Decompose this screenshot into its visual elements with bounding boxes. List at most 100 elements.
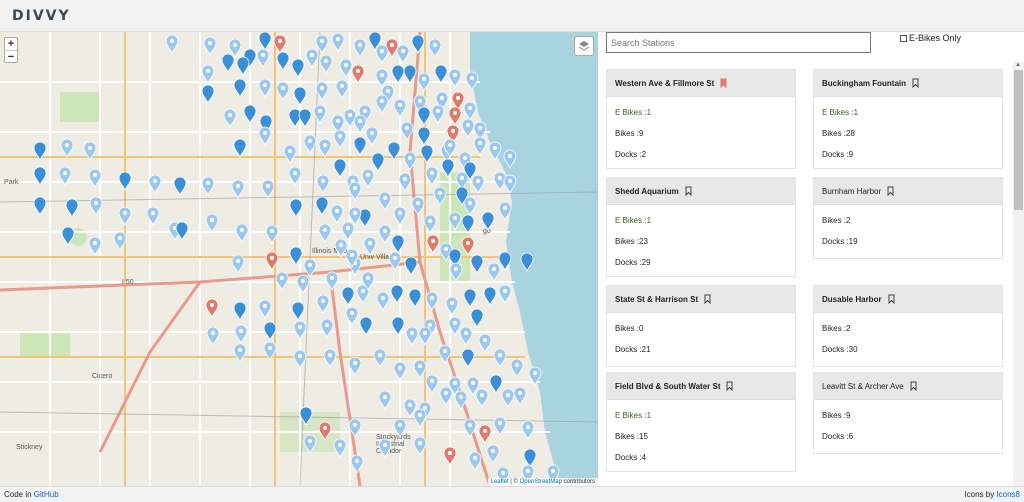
station-pin[interactable] <box>233 343 247 364</box>
station-pin-full[interactable] <box>411 34 425 55</box>
station-pin[interactable] <box>165 34 179 55</box>
station-pin-full[interactable] <box>333 158 347 179</box>
station-pin[interactable] <box>473 136 487 157</box>
station-pin[interactable] <box>361 168 375 189</box>
station-pin-empty[interactable] <box>273 34 287 55</box>
station-pin[interactable] <box>388 251 402 272</box>
station-pin[interactable] <box>83 141 97 162</box>
station-pin[interactable] <box>320 318 334 339</box>
station-pin-full[interactable] <box>221 53 235 74</box>
ebike-filter[interactable]: E-Bikes Only <box>900 33 961 43</box>
station-pin-full[interactable] <box>341 286 355 307</box>
station-pin[interactable] <box>378 390 392 411</box>
station-card[interactable]: Buckingham Fountain E Bikes :1 Bikes :28 Do… <box>813 69 1003 169</box>
bookmark-icon[interactable] <box>888 294 895 304</box>
station-pin[interactable] <box>88 168 102 189</box>
station-card[interactable]: Dusable Harbor Bikes :2 Docks :30 <box>813 285 1003 367</box>
station-pin[interactable] <box>231 179 245 200</box>
station-list-scrollbar[interactable]: ▲ <box>1013 62 1024 486</box>
station-pin-full[interactable] <box>236 56 250 77</box>
station-pin[interactable] <box>341 221 355 242</box>
station-pin[interactable] <box>353 38 367 59</box>
station-pin[interactable] <box>330 204 344 225</box>
station-pin[interactable] <box>486 444 500 465</box>
station-pin[interactable] <box>411 196 425 217</box>
divvy-logo[interactable]: DIVVY <box>12 8 71 24</box>
ebike-checkbox[interactable] <box>900 34 907 42</box>
leaflet-link[interactable]: Leaflet <box>491 479 509 485</box>
station-pin-full[interactable] <box>289 198 303 219</box>
station-pin[interactable] <box>288 166 302 187</box>
station-pin[interactable] <box>393 98 407 119</box>
station-pin[interactable] <box>339 58 353 79</box>
station-pin-full[interactable] <box>408 288 422 309</box>
station-pin[interactable] <box>488 141 502 162</box>
station-pin[interactable] <box>313 104 327 125</box>
station-pin[interactable] <box>439 386 453 407</box>
station-pin-full[interactable] <box>243 104 257 125</box>
station-pin[interactable] <box>438 344 452 365</box>
station-pin[interactable] <box>463 101 477 122</box>
station-pin[interactable] <box>393 361 407 382</box>
station-pin[interactable] <box>449 262 463 283</box>
station-pin-full[interactable] <box>434 64 448 85</box>
station-pin-empty[interactable] <box>443 446 457 467</box>
station-pin-full[interactable] <box>33 141 47 162</box>
station-pin[interactable] <box>348 418 362 439</box>
station-pin[interactable] <box>425 291 439 312</box>
station-pin[interactable] <box>325 271 339 292</box>
station-pin[interactable] <box>376 291 390 312</box>
station-pin-full[interactable] <box>201 84 215 105</box>
station-pin[interactable] <box>303 258 317 279</box>
station-pin[interactable] <box>393 418 407 439</box>
station-pin[interactable] <box>348 356 362 377</box>
station-pin[interactable] <box>403 151 417 172</box>
search-stations-input[interactable] <box>606 32 871 53</box>
station-pin[interactable] <box>323 348 337 369</box>
station-pin-empty[interactable] <box>385 38 399 59</box>
station-pin[interactable] <box>205 213 219 234</box>
station-pin[interactable] <box>316 174 330 195</box>
station-pin[interactable] <box>318 223 332 244</box>
station-pin[interactable] <box>118 206 132 227</box>
station-pin-full[interactable] <box>481 211 495 232</box>
station-pin[interactable] <box>461 118 475 139</box>
station-map[interactable]: Park Cicero Stickney I 50 Illinois Med U… <box>0 32 598 486</box>
station-pin[interactable] <box>521 420 535 441</box>
bookmark-icon[interactable] <box>704 294 711 304</box>
station-pin[interactable] <box>363 236 377 257</box>
station-pin[interactable] <box>417 72 431 93</box>
station-pin-empty[interactable] <box>478 424 492 445</box>
station-pin[interactable] <box>203 36 217 57</box>
station-pin[interactable] <box>396 44 410 65</box>
station-pin-full[interactable] <box>417 126 431 147</box>
station-pin-full[interactable] <box>263 321 277 342</box>
bookmark-icon[interactable] <box>720 78 727 88</box>
station-pin[interactable] <box>89 196 103 217</box>
station-pin[interactable] <box>398 172 412 193</box>
station-pin-full[interactable] <box>173 176 187 197</box>
station-pin-full[interactable] <box>315 196 329 217</box>
station-pin[interactable] <box>493 416 507 437</box>
station-pin[interactable] <box>296 274 310 295</box>
station-pin-full[interactable] <box>233 301 247 322</box>
station-pin-full[interactable] <box>420 144 434 165</box>
station-pin[interactable] <box>146 206 160 227</box>
station-pin-full[interactable] <box>390 284 404 305</box>
station-pin[interactable] <box>459 326 473 347</box>
station-pin-empty[interactable] <box>351 64 365 85</box>
station-pin[interactable] <box>503 149 517 170</box>
station-pin[interactable] <box>503 174 517 195</box>
station-pin[interactable] <box>393 206 407 227</box>
station-pin-full[interactable] <box>276 51 290 72</box>
station-pin[interactable] <box>487 262 501 283</box>
station-pin[interactable] <box>315 81 329 102</box>
station-pin[interactable] <box>316 294 330 315</box>
station-pin-empty[interactable] <box>461 236 475 257</box>
station-pin[interactable] <box>315 34 329 55</box>
station-pin-full[interactable] <box>298 108 312 129</box>
station-pin[interactable] <box>375 44 389 65</box>
station-pin[interactable] <box>465 71 479 92</box>
station-pin[interactable] <box>256 48 270 69</box>
station-pin[interactable] <box>448 68 462 89</box>
